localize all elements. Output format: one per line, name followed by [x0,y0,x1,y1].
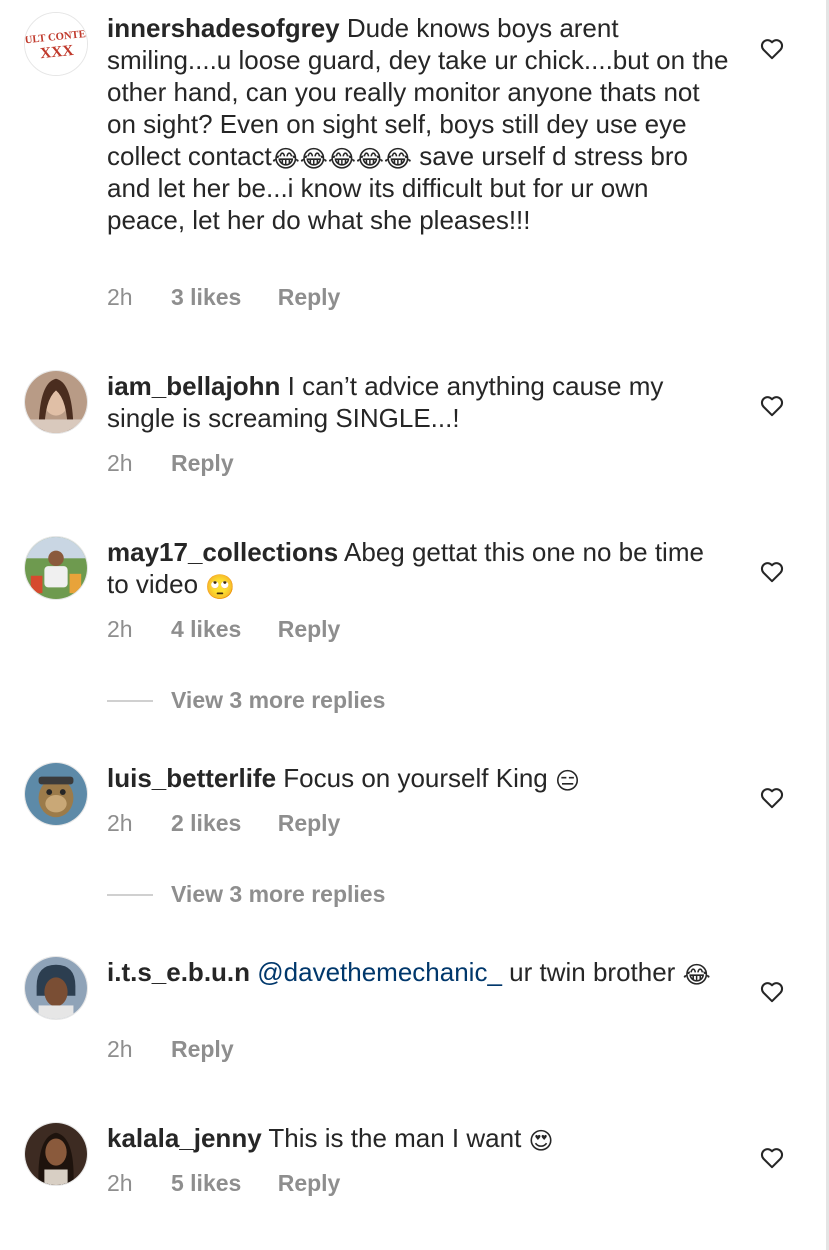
avatar-image [25,1123,87,1185]
comment-meta: 2h Reply [107,1036,264,1063]
comment-time: 2h [107,1036,133,1062]
comment-likes[interactable]: 5 likes [171,1170,241,1196]
view-more-replies-button[interactable]: View 3 more replies [107,687,385,717]
view-more-replies-button[interactable]: View 3 more replies [107,881,385,911]
reply-button[interactable]: Reply [278,616,341,642]
comment-meta: 2h 2 likes Reply [107,810,370,837]
comment-username[interactable]: kalala_jenny [107,1123,262,1153]
like-heart-icon[interactable] [759,785,785,811]
laugh-emoji-icon: 😂 [682,962,711,989]
comment-text: i.t.s_e.b.u.n @davethemechanic_ ur twin … [107,956,732,988]
comment-text: may17_collections Abeg gettat this one n… [107,536,732,600]
comment-meta: 2h 4 likes Reply [107,616,370,643]
comment-username[interactable]: i.t.s_e.b.u.n [107,957,250,987]
laugh-emoji-icon: 😂😂😂😂😂 [271,146,412,173]
heart-eyes-emoji-icon: 😍 [528,1128,554,1155]
avatar-image [25,537,87,599]
like-heart-icon[interactable] [759,36,785,62]
view-more-label: View 3 more replies [171,687,386,713]
view-more-divider [107,699,153,702]
reply-button[interactable]: Reply [278,810,341,836]
comment-time: 2h [107,284,133,310]
comment-username[interactable]: iam_bellajohn [107,371,280,401]
avatar-image: DULT CONTEN XXX [25,13,87,75]
comment-text: innershadesofgrey Dude knows boys arent … [107,12,732,236]
reply-button[interactable]: Reply [278,284,341,310]
comment-likes[interactable]: 2 likes [171,810,241,836]
comment-text: iam_bellajohn I can’t advice anything ca… [107,370,732,434]
comment-username[interactable]: luis_betterlife [107,763,276,793]
avatar-image [25,763,87,825]
like-heart-icon[interactable] [759,559,785,585]
comment-text: kalala_jenny This is the man I want 😍 [107,1122,732,1154]
like-heart-icon[interactable] [759,979,785,1005]
comment-body: ur twin brother [501,957,676,987]
comment-text: luis_betterlife Focus on yourself King 😑 [107,762,732,794]
like-heart-icon[interactable] [759,393,785,419]
comment-body: This is the man I want [268,1123,522,1153]
view-more-label: View 3 more replies [171,881,386,907]
comment-body: Focus on yourself King [283,763,548,793]
view-more-divider [107,893,153,896]
avatar[interactable] [24,536,88,600]
comment-time: 2h [107,810,133,836]
comment-time: 2h [107,1170,133,1196]
avatar[interactable] [24,956,88,1020]
comment-meta: 2h Reply [107,450,264,477]
comment-username[interactable]: may17_collections [107,537,338,567]
avatar-logo-xxx: XXX [39,42,75,63]
comment-likes[interactable]: 4 likes [171,616,241,642]
reply-button[interactable]: Reply [171,450,234,476]
comment-meta: 2h 3 likes Reply [107,284,370,311]
comment-time: 2h [107,616,133,642]
avatar[interactable] [24,1122,88,1186]
reply-button[interactable]: Reply [278,1170,341,1196]
comment-time: 2h [107,450,133,476]
comment-likes[interactable]: 3 likes [171,284,241,310]
eye-roll-emoji-icon: 🙄 [205,574,236,601]
avatar[interactable] [24,370,88,434]
avatar-image [25,371,87,433]
comment-mention[interactable]: @davethemechanic_ [257,957,502,987]
comment-username[interactable]: innershadesofgrey [107,13,340,43]
reply-button[interactable]: Reply [171,1036,234,1062]
expressionless-emoji-icon: 😑 [555,768,581,795]
avatar-image [25,957,87,1019]
like-heart-icon[interactable] [759,1145,785,1171]
comment-meta: 2h 5 likes Reply [107,1170,370,1197]
avatar[interactable] [24,762,88,826]
avatar[interactable]: DULT CONTEN XXX [24,12,88,76]
